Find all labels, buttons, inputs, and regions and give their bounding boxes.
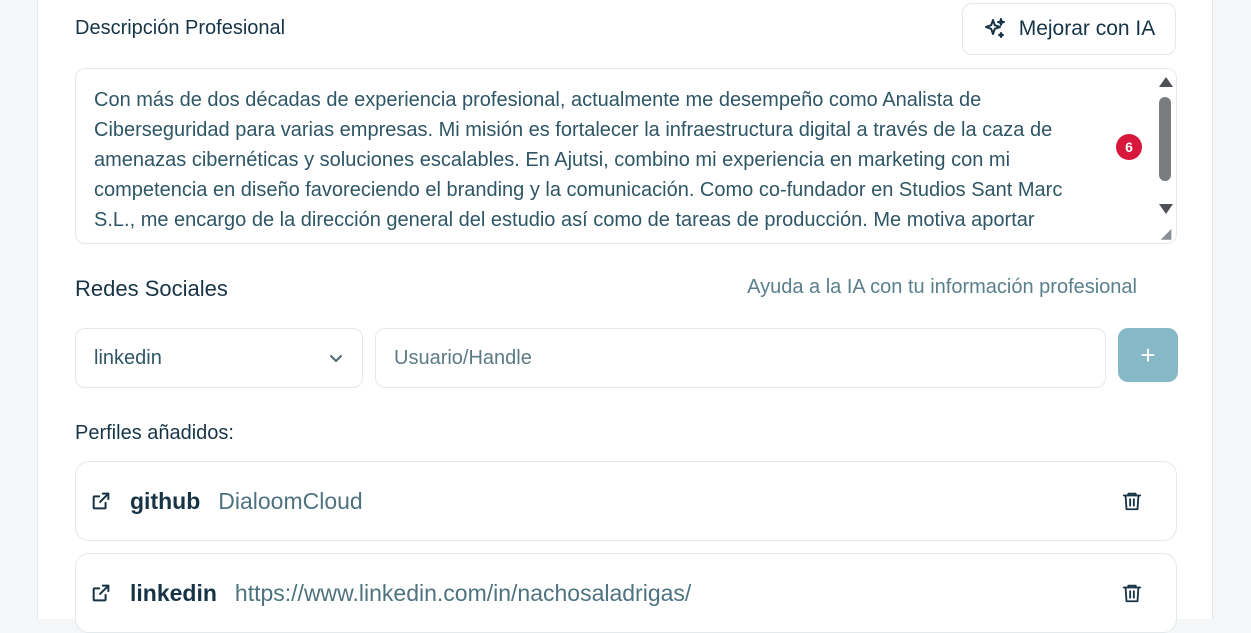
network-select-value: linkedin — [94, 346, 162, 369]
trash-icon[interactable] — [1121, 490, 1143, 512]
network-select[interactable]: linkedin — [75, 328, 363, 388]
profile-row: linkedin https://www.linkedin.com/in/nac… — [75, 553, 1177, 633]
external-link-icon[interactable] — [90, 582, 112, 604]
description-textarea[interactable]: Con más de dos décadas de experiencia pr… — [75, 68, 1177, 244]
profile-value: https://www.linkedin.com/in/nachosaladri… — [234, 579, 692, 606]
external-link-icon[interactable] — [90, 490, 112, 512]
added-profiles-title: Perfiles añadidos: — [75, 422, 234, 444]
social-title: Redes Sociales — [75, 276, 228, 301]
handle-input[interactable] — [375, 328, 1106, 388]
scroll-down-arrow-icon[interactable] — [1159, 204, 1173, 214]
description-title: Descripción Profesional — [75, 17, 286, 39]
social-hint: Ayuda a la IA con tu información profesi… — [747, 276, 1137, 298]
profile-panel: Descripción Profesional Mejorar con IA C… — [37, 0, 1213, 633]
trash-icon[interactable] — [1121, 582, 1143, 604]
profile-row: github DialoomCloud — [75, 461, 1177, 541]
description-text[interactable]: Con más de dos décadas de experiencia pr… — [94, 85, 1134, 235]
profile-network: github — [130, 487, 201, 514]
sparkles-icon — [984, 18, 1005, 38]
scroll-thumb[interactable] — [1159, 97, 1171, 181]
spellcheck-error-badge[interactable]: 6 — [1116, 134, 1142, 160]
improve-with-ai-button[interactable]: Mejorar con IA — [962, 3, 1176, 55]
plus-icon: + — [1140, 339, 1156, 370]
profile-network: linkedin — [130, 579, 217, 606]
description-scrollbar[interactable] — [1154, 69, 1176, 243]
scroll-up-arrow-icon[interactable] — [1159, 77, 1173, 87]
chevron-down-icon — [330, 355, 342, 362]
improve-with-ai-label: Mejorar con IA — [1018, 17, 1156, 40]
profile-value: DialoomCloud — [218, 487, 363, 514]
add-profile-button[interactable]: + — [1118, 328, 1178, 382]
resize-grip-icon[interactable]: ◢ — [1158, 225, 1174, 241]
